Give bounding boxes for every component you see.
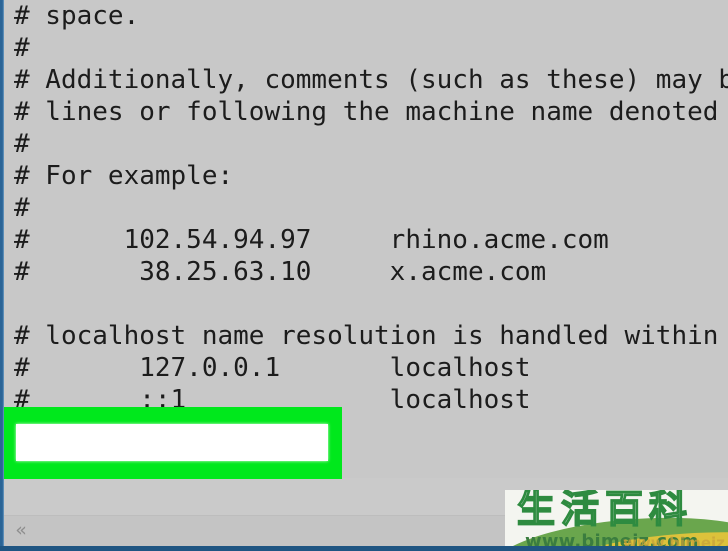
scroll-left-arrow-icon[interactable]: « xyxy=(10,519,32,541)
green-highlight-annotation xyxy=(0,407,342,479)
window-left-border xyxy=(0,0,4,551)
new-host-entry-field[interactable] xyxy=(16,424,328,461)
site-watermark: 生活百科 www.bimeiz.com www.bimeiz.com xyxy=(505,490,728,551)
code-line: # xyxy=(14,33,30,63)
code-line: # xyxy=(14,129,30,159)
watermark-brand-characters: 生活百科 xyxy=(516,490,694,531)
application-window: # space. # # Additionally, comments (suc… xyxy=(0,0,728,551)
code-line: # space. xyxy=(14,1,140,31)
code-line: # 127.0.0.1 localhost xyxy=(14,353,531,383)
code-line: # For example: xyxy=(14,161,234,191)
code-line: # 102.54.94.97 rhino.acme.com xyxy=(14,225,609,255)
code-line: # Additionally, comments (such as these)… xyxy=(14,65,728,95)
code-line: # 38.25.63.10 x.acme.com xyxy=(14,257,547,287)
code-line: # xyxy=(14,193,30,223)
code-line: # localhost name resolution is handled w… xyxy=(14,321,728,351)
code-line: # lines or following the machine name de… xyxy=(14,97,728,127)
window-bottom-border xyxy=(0,546,728,551)
